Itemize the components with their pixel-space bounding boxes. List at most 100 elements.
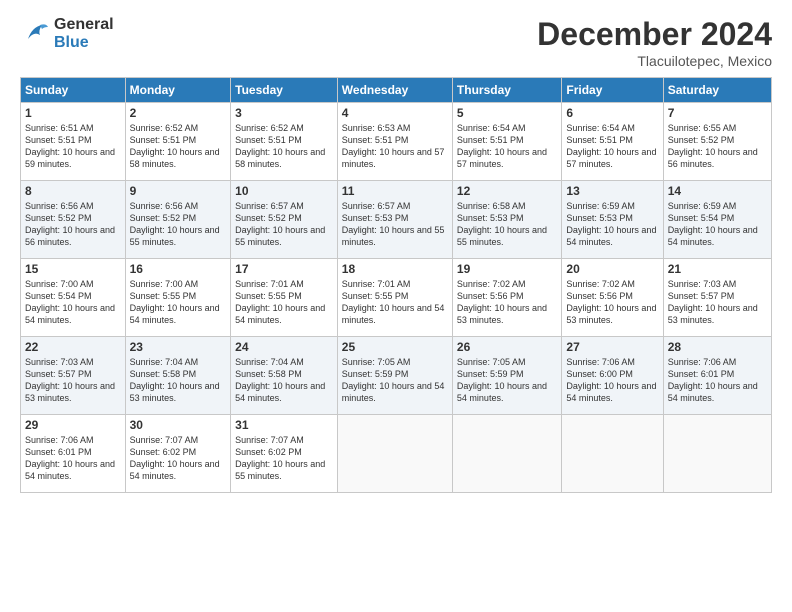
calendar-cell: 13Sunrise: 6:59 AMSunset: 5:53 PMDayligh… — [562, 181, 663, 259]
calendar-week-row: 8 Sunrise: 6:56 AMSunset: 5:52 PMDaylight… — [21, 181, 772, 259]
day-number: 8 — [25, 184, 121, 198]
header-thursday: Thursday — [452, 78, 561, 103]
day-number: 22 — [25, 340, 121, 354]
calendar-cell: 25Sunrise: 7:05 AMSunset: 5:59 PMDayligh… — [337, 337, 452, 415]
day-number: 28 — [668, 340, 767, 354]
calendar-week-row: 15 Sunrise: 7:00 AMSunset: 5:54 PMDayligh… — [21, 259, 772, 337]
calendar-week-row: 1 Sunrise: 6:51 AMSunset: 5:51 PMDaylight… — [21, 103, 772, 181]
day-info: Sunrise: 7:06 AMSunset: 6:00 PMDaylight:… — [566, 356, 658, 405]
calendar-cell: 6 Sunrise: 6:54 AMSunset: 5:51 PMDaylight… — [562, 103, 663, 181]
calendar-cell: 11Sunrise: 6:57 AMSunset: 5:53 PMDayligh… — [337, 181, 452, 259]
day-info: Sunrise: 6:54 AMSunset: 5:51 PMDaylight:… — [566, 122, 658, 171]
day-number: 5 — [457, 106, 557, 120]
location: Tlacuilotepec, Mexico — [537, 53, 772, 69]
day-number: 10 — [235, 184, 333, 198]
day-info: Sunrise: 6:55 AMSunset: 5:52 PMDaylight:… — [668, 122, 767, 171]
calendar-cell: 18Sunrise: 7:01 AMSunset: 5:55 PMDayligh… — [337, 259, 452, 337]
day-number: 27 — [566, 340, 658, 354]
day-info: Sunrise: 7:00 AMSunset: 5:54 PMDaylight:… — [25, 278, 121, 327]
day-info: Sunrise: 6:52 AMSunset: 5:51 PMDaylight:… — [235, 122, 333, 171]
day-number: 31 — [235, 418, 333, 432]
calendar-cell: 2Sunrise: 6:52 AMSunset: 5:51 PMDaylight… — [125, 103, 231, 181]
day-number: 12 — [457, 184, 557, 198]
day-info: Sunrise: 7:02 AMSunset: 5:56 PMDaylight:… — [566, 278, 658, 327]
logo-icon — [20, 19, 50, 49]
day-number: 7 — [668, 106, 767, 120]
header-wednesday: Wednesday — [337, 78, 452, 103]
page-container: General Blue December 2024 Tlacuilotepec… — [0, 0, 792, 503]
header-friday: Friday — [562, 78, 663, 103]
calendar-cell: 30 Sunrise: 7:07 AMSunset: 6:02 PMDayligh… — [125, 415, 231, 493]
day-number: 15 — [25, 262, 121, 276]
day-info: Sunrise: 7:05 AMSunset: 5:59 PMDaylight:… — [457, 356, 557, 405]
title-block: December 2024 Tlacuilotepec, Mexico — [537, 16, 772, 69]
calendar-cell: 24 Sunrise: 7:04 AMSunset: 5:58 PMDayligh… — [231, 337, 338, 415]
month-title: December 2024 — [537, 16, 772, 53]
day-info: Sunrise: 6:56 AMSunset: 5:52 PMDaylight:… — [25, 200, 121, 249]
calendar-cell: 20 Sunrise: 7:02 AMSunset: 5:56 PMDayligh… — [562, 259, 663, 337]
calendar-cell — [337, 415, 452, 493]
header-sunday: Sunday — [21, 78, 126, 103]
calendar-cell: 3Sunrise: 6:52 AMSunset: 5:51 PMDaylight… — [231, 103, 338, 181]
day-number: 6 — [566, 106, 658, 120]
logo: General Blue — [20, 16, 114, 51]
day-number: 1 — [25, 106, 121, 120]
header-tuesday: Tuesday — [231, 78, 338, 103]
calendar-cell: 28Sunrise: 7:06 AMSunset: 6:01 PMDayligh… — [663, 337, 771, 415]
calendar-cell: 1 Sunrise: 6:51 AMSunset: 5:51 PMDaylight… — [21, 103, 126, 181]
day-number: 4 — [342, 106, 448, 120]
calendar-cell — [562, 415, 663, 493]
header-monday: Monday — [125, 78, 231, 103]
header-saturday: Saturday — [663, 78, 771, 103]
day-number: 16 — [130, 262, 227, 276]
calendar-body: 1 Sunrise: 6:51 AMSunset: 5:51 PMDaylight… — [21, 103, 772, 493]
day-number: 21 — [668, 262, 767, 276]
day-info: Sunrise: 7:02 AMSunset: 5:56 PMDaylight:… — [457, 278, 557, 327]
calendar-cell: 23Sunrise: 7:04 AMSunset: 5:58 PMDayligh… — [125, 337, 231, 415]
calendar-cell: 31Sunrise: 7:07 AMSunset: 6:02 PMDayligh… — [231, 415, 338, 493]
calendar-cell: 7 Sunrise: 6:55 AMSunset: 5:52 PMDaylight… — [663, 103, 771, 181]
day-number: 29 — [25, 418, 121, 432]
calendar-cell: 27 Sunrise: 7:06 AMSunset: 6:00 PMDayligh… — [562, 337, 663, 415]
day-number: 20 — [566, 262, 658, 276]
day-info: Sunrise: 6:58 AMSunset: 5:53 PMDaylight:… — [457, 200, 557, 249]
calendar-week-row: 22Sunrise: 7:03 AMSunset: 5:57 PMDayligh… — [21, 337, 772, 415]
day-info: Sunrise: 7:01 AMSunset: 5:55 PMDaylight:… — [342, 278, 448, 327]
calendar-cell: 5 Sunrise: 6:54 AMSunset: 5:51 PMDaylight… — [452, 103, 561, 181]
day-number: 19 — [457, 262, 557, 276]
day-number: 13 — [566, 184, 658, 198]
day-info: Sunrise: 7:00 AMSunset: 5:55 PMDaylight:… — [130, 278, 227, 327]
day-info: Sunrise: 7:07 AMSunset: 6:02 PMDaylight:… — [130, 434, 227, 483]
day-info: Sunrise: 7:03 AMSunset: 5:57 PMDaylight:… — [668, 278, 767, 327]
weekday-header-row: Sunday Monday Tuesday Wednesday Thursday… — [21, 78, 772, 103]
day-info: Sunrise: 6:59 AMSunset: 5:54 PMDaylight:… — [668, 200, 767, 249]
calendar-cell: 26 Sunrise: 7:05 AMSunset: 5:59 PMDayligh… — [452, 337, 561, 415]
day-info: Sunrise: 7:06 AMSunset: 6:01 PMDaylight:… — [25, 434, 121, 483]
day-number: 24 — [235, 340, 333, 354]
calendar-cell — [663, 415, 771, 493]
calendar-cell: 15 Sunrise: 7:00 AMSunset: 5:54 PMDayligh… — [21, 259, 126, 337]
day-info: Sunrise: 7:04 AMSunset: 5:58 PMDaylight:… — [235, 356, 333, 405]
calendar-table: Sunday Monday Tuesday Wednesday Thursday… — [20, 77, 772, 493]
calendar-cell: 21 Sunrise: 7:03 AMSunset: 5:57 PMDayligh… — [663, 259, 771, 337]
day-info: Sunrise: 6:54 AMSunset: 5:51 PMDaylight:… — [457, 122, 557, 171]
day-number: 9 — [130, 184, 227, 198]
calendar-cell: 22Sunrise: 7:03 AMSunset: 5:57 PMDayligh… — [21, 337, 126, 415]
calendar-cell: 4 Sunrise: 6:53 AMSunset: 5:51 PMDaylight… — [337, 103, 452, 181]
calendar-cell: 14 Sunrise: 6:59 AMSunset: 5:54 PMDayligh… — [663, 181, 771, 259]
day-number: 26 — [457, 340, 557, 354]
header: General Blue December 2024 Tlacuilotepec… — [20, 16, 772, 69]
day-number: 30 — [130, 418, 227, 432]
day-number: 14 — [668, 184, 767, 198]
calendar-cell: 29 Sunrise: 7:06 AMSunset: 6:01 PMDayligh… — [21, 415, 126, 493]
day-info: Sunrise: 6:57 AMSunset: 5:53 PMDaylight:… — [342, 200, 448, 249]
day-info: Sunrise: 6:56 AMSunset: 5:52 PMDaylight:… — [130, 200, 227, 249]
calendar-week-row: 29 Sunrise: 7:06 AMSunset: 6:01 PMDayligh… — [21, 415, 772, 493]
calendar-cell: 12 Sunrise: 6:58 AMSunset: 5:53 PMDayligh… — [452, 181, 561, 259]
day-info: Sunrise: 6:51 AMSunset: 5:51 PMDaylight:… — [25, 122, 121, 171]
calendar-cell — [452, 415, 561, 493]
day-number: 23 — [130, 340, 227, 354]
day-info: Sunrise: 6:52 AMSunset: 5:51 PMDaylight:… — [130, 122, 227, 171]
calendar-cell: 9 Sunrise: 6:56 AMSunset: 5:52 PMDaylight… — [125, 181, 231, 259]
day-info: Sunrise: 6:53 AMSunset: 5:51 PMDaylight:… — [342, 122, 448, 171]
